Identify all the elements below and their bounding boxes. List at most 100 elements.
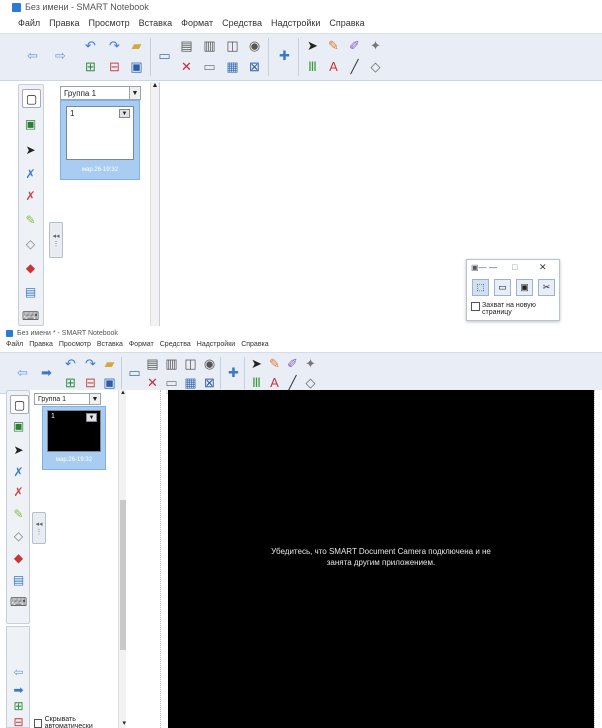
creative-pen-icon[interactable]: ✐	[346, 37, 363, 54]
rail-fill-icon[interactable]: ◆	[22, 259, 39, 276]
rail-highlighter-icon[interactable]: ✎	[10, 505, 27, 522]
menu-tools[interactable]: Средства	[222, 18, 262, 28]
rail-delete-page-icon[interactable]: ⊟	[10, 713, 27, 728]
top-group-dropdown[interactable]: Группа 1 ▼	[60, 86, 141, 100]
add-page-icon[interactable]: ⊞	[62, 374, 79, 391]
eraser-icon[interactable]: ◇	[302, 374, 319, 391]
text-tool-icon[interactable]: A	[266, 374, 283, 391]
rail-highlighter-icon[interactable]: ✎	[22, 211, 39, 228]
rail-fill-icon[interactable]: ◆	[10, 549, 27, 566]
show-hide-screen-icon[interactable]: ▭	[201, 58, 218, 75]
rail-add-page-icon[interactable]: ⊞	[10, 697, 27, 714]
auto-hide-row[interactable]: Скрывать автоматически ▾	[34, 716, 126, 728]
screen-shade-icon[interactable]: ▭	[126, 364, 143, 381]
menu-insert[interactable]: Вставка	[97, 341, 123, 348]
open-folder-icon[interactable]: ▰	[101, 355, 118, 372]
undo-icon[interactable]: ↶	[62, 355, 79, 372]
forward-arrow-icon[interactable]: ➡	[38, 364, 55, 381]
page-sorter-icon[interactable]: ▢	[22, 89, 41, 108]
top-page-thumbnail-selected[interactable]: 1 ▼ мар.26-19:32	[60, 100, 140, 180]
dialog-maximize-button[interactable]: □	[512, 262, 517, 272]
delete-page-icon[interactable]: ⊟	[106, 58, 123, 75]
back-arrow-icon[interactable]: ⇦	[14, 364, 31, 381]
line-tool-icon[interactable]: ╱	[284, 374, 301, 391]
rail-eraser-icon[interactable]: ◇	[10, 527, 27, 544]
add-page-icon[interactable]: ⊞	[82, 58, 99, 75]
undo-icon[interactable]: ↶	[82, 37, 99, 54]
redo-icon[interactable]: ↷	[106, 37, 123, 54]
rail-forward-icon[interactable]: ➡	[10, 681, 27, 698]
eraser-icon[interactable]: ◇	[367, 58, 384, 75]
addons-puzzle-icon[interactable]: ✚	[225, 364, 242, 381]
gallery-icon[interactable]: ▣	[22, 115, 39, 132]
text-tool-icon[interactable]: A	[325, 58, 342, 75]
gallery-icon[interactable]: ▣	[10, 417, 27, 434]
pens-set-icon[interactable]: Ⅲ	[248, 374, 265, 391]
screen-capture-icon[interactable]: ◫	[182, 355, 199, 372]
top-panel-resize-grip[interactable]: ◂◂ ⋮	[49, 222, 63, 258]
menu-addons[interactable]: Надстройки	[197, 341, 235, 348]
rail-eraser-icon[interactable]: ◇	[22, 235, 39, 252]
rail-keyboard-icon[interactable]: ⌨	[10, 593, 27, 610]
menu-addons[interactable]: Надстройки	[271, 18, 320, 28]
menu-view[interactable]: Просмотр	[59, 341, 91, 348]
capture-freehand-icon[interactable]: ✂	[538, 279, 555, 296]
pen-icon[interactable]: ✎	[266, 355, 283, 372]
pens-set-icon[interactable]: Ⅲ	[304, 58, 321, 75]
delete-x-icon[interactable]: ✕	[144, 374, 161, 391]
new-page-checkbox[interactable]	[471, 302, 480, 311]
magic-pen-icon[interactable]: ✦	[367, 37, 384, 54]
show-hide-screen-icon[interactable]: ▭	[163, 374, 180, 391]
capture-window-icon[interactable]: ▭	[494, 279, 511, 296]
forward-arrow-icon[interactable]: ⇨	[52, 47, 69, 64]
save-icon[interactable]: ▣	[128, 58, 145, 75]
delete-page-icon[interactable]: ⊟	[82, 374, 99, 391]
dialog-minimize-button[interactable]: —	[489, 263, 497, 272]
open-folder-icon[interactable]: ▰	[128, 37, 145, 54]
document-camera-icon[interactable]: ◉	[246, 37, 263, 54]
rail-select-icon[interactable]: ➤	[10, 441, 27, 458]
magic-pen-icon[interactable]: ✦	[302, 355, 319, 372]
menu-help[interactable]: Справка	[329, 18, 364, 28]
document-camera-view[interactable]: Убедитесь, что SMART Document Camera под…	[168, 390, 594, 728]
paste-icon[interactable]: ▤	[178, 37, 195, 54]
camera-capture-icon[interactable]: ▥	[163, 355, 180, 372]
paste-icon[interactable]: ▤	[144, 355, 161, 372]
dialog-close-button[interactable]: ✕	[539, 262, 547, 273]
pen-icon[interactable]: ✎	[325, 37, 342, 54]
delete-x-icon[interactable]: ✕	[178, 58, 195, 75]
new-page-checkbox-row[interactable]: Захват на новую страницу	[471, 302, 552, 316]
save-icon[interactable]: ▣	[101, 374, 118, 391]
menu-view[interactable]: Просмотр	[89, 18, 130, 28]
rail-pens-alt-icon[interactable]: ✗	[22, 187, 39, 204]
camera-capture-icon[interactable]: ▥	[201, 37, 218, 54]
menu-edit[interactable]: Правка	[49, 18, 79, 28]
document-camera-icon[interactable]: ◉	[201, 355, 218, 372]
line-tool-icon[interactable]: ╱	[346, 58, 363, 75]
creative-pen-icon[interactable]: ✐	[284, 355, 301, 372]
menu-insert[interactable]: Вставка	[139, 18, 172, 28]
rail-pens-alt-icon[interactable]: ✗	[10, 483, 27, 500]
rail-pens-icon[interactable]: ✗	[22, 165, 39, 182]
rail-keyboard-icon[interactable]: ⌨	[22, 307, 39, 324]
auto-hide-checkbox[interactable]	[34, 718, 42, 728]
top-panel-scrollbar[interactable]: ▲	[150, 82, 159, 326]
screen-shade-icon[interactable]: ▭	[156, 47, 173, 64]
menu-tools[interactable]: Средства	[160, 341, 191, 348]
menu-file[interactable]: Файл	[18, 18, 40, 28]
table-icon[interactable]: ▦	[182, 374, 199, 391]
full-screen-icon[interactable]: ⊠	[246, 58, 263, 75]
menu-help[interactable]: Справка	[241, 341, 268, 348]
menu-format[interactable]: Формат	[129, 341, 154, 348]
full-screen-icon[interactable]: ⊠	[201, 374, 218, 391]
menu-file[interactable]: Файл	[6, 341, 23, 348]
rail-properties-icon[interactable]: ▤	[10, 571, 27, 588]
screen-capture-icon[interactable]: ◫	[224, 37, 241, 54]
page-sorter-icon[interactable]: ▢	[10, 395, 29, 414]
rail-pens-icon[interactable]: ✗	[10, 463, 27, 480]
select-arrow-icon[interactable]: ➤	[248, 355, 265, 372]
menu-format[interactable]: Формат	[181, 18, 213, 28]
redo-icon[interactable]: ↷	[82, 355, 99, 372]
capture-fullscreen-icon[interactable]: ▣	[516, 279, 533, 296]
menu-edit[interactable]: Правка	[29, 341, 53, 348]
